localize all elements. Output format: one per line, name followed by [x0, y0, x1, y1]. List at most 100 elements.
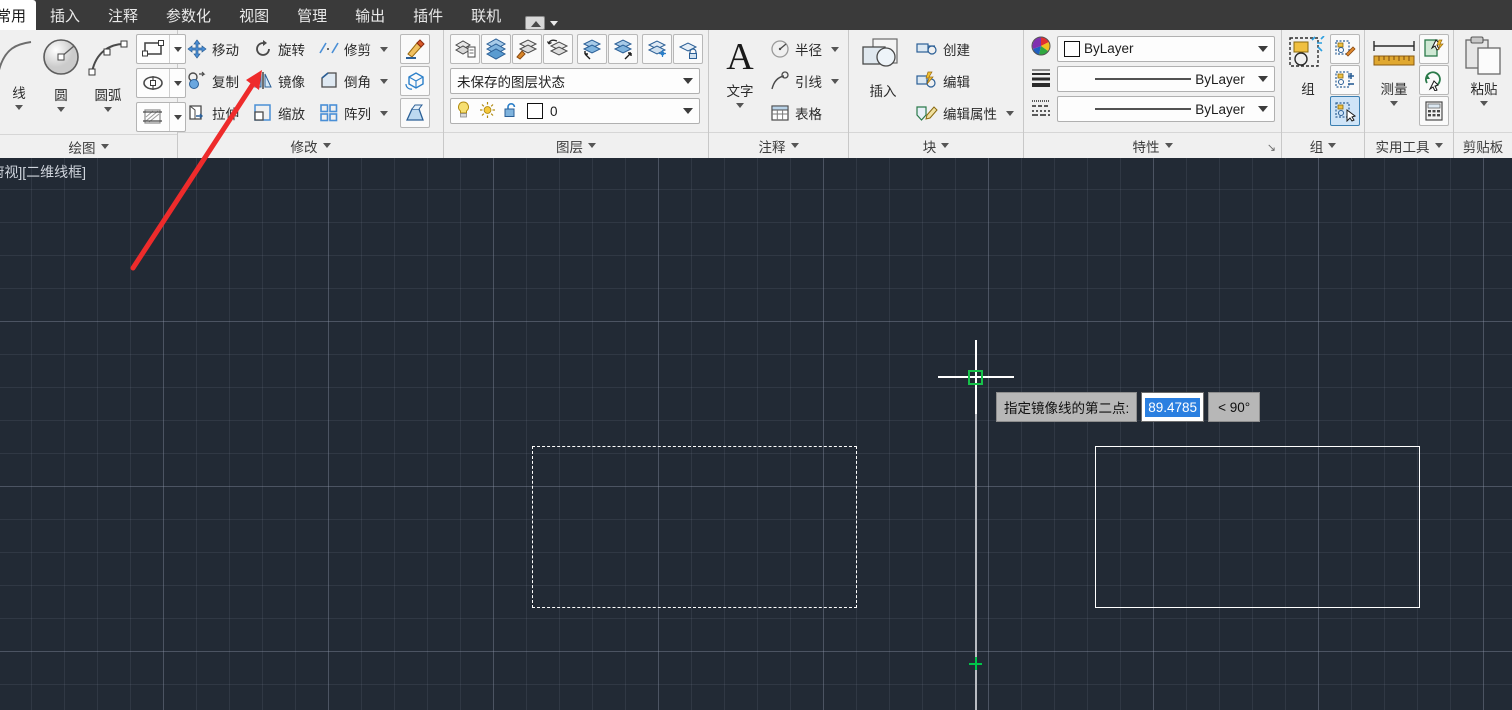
layer-thaw-icon[interactable] — [479, 101, 496, 122]
lineweight-icon[interactable] — [1030, 67, 1052, 92]
modify-trim-button[interactable]: 修剪 — [315, 34, 392, 64]
tab-insert[interactable]: 插入 — [36, 0, 94, 30]
drawing-canvas[interactable]: [-][俯视][二维线框] 指定镜像线的第二点: 89.4785 < 90° — [0, 158, 1512, 710]
stretch-icon — [189, 105, 203, 120]
chamfer-icon — [321, 72, 337, 88]
panel-utilities-title[interactable]: 实用工具 — [1365, 132, 1453, 158]
edit-attribute-icon — [916, 106, 938, 121]
block-edit-button[interactable]: 编辑 — [912, 66, 1018, 96]
source-rectangle-entity[interactable] — [532, 446, 857, 608]
modify-stretch-button[interactable]: 拉伸 — [183, 98, 243, 128]
arc-entity[interactable] — [580, 158, 880, 238]
layer-color-swatch[interactable] — [527, 103, 543, 119]
panel-annotation-title[interactable]: 注释 — [709, 132, 848, 158]
layer-current-combo[interactable]: 0 — [450, 98, 700, 124]
calculator-button[interactable] — [1419, 96, 1449, 126]
draw-arc-button[interactable]: 圆弧 — [84, 34, 132, 112]
ellipse-icon — [137, 73, 169, 93]
viewport-label[interactable]: [-][俯视][二维线框] — [0, 162, 86, 182]
tab-addins[interactable]: 插件 — [399, 0, 457, 30]
block-insert-button[interactable]: 插入 — [854, 34, 912, 100]
mirrored-rectangle-entity[interactable] — [1095, 446, 1420, 608]
color-wheel-icon[interactable] — [1030, 35, 1052, 62]
panel-annotation: A 文字 半径 引线 表格 注释 — [709, 30, 849, 158]
chevron-down-icon[interactable] — [1006, 110, 1014, 116]
panel-modify-title[interactable]: 修改 — [178, 132, 443, 158]
layer-previous-button[interactable] — [543, 34, 573, 64]
modify-scale-label: 缩放 — [278, 107, 305, 122]
ribbon-minimize-control[interactable] — [515, 16, 568, 30]
layer-lock-button[interactable] — [673, 34, 703, 64]
cursor-pickbox — [968, 370, 983, 385]
layer-make-current-button[interactable] — [481, 34, 511, 64]
annotation-leader-button[interactable]: 引线 — [766, 66, 843, 96]
quick-select-button[interactable] — [1419, 34, 1449, 64]
quick-calc-select-button[interactable] — [1419, 65, 1449, 95]
layer-freeze-button[interactable] — [642, 34, 672, 64]
modify-copy-button[interactable]: 复制 — [183, 66, 243, 96]
block-edit-attribute-button[interactable]: 编辑属性 — [912, 98, 1018, 128]
layer-off-icon — [582, 39, 602, 60]
tab-view[interactable]: 视图 — [225, 0, 283, 30]
property-lineweight-combo[interactable]: ByLayer — [1057, 66, 1275, 92]
panel-clipboard-title[interactable]: 剪贴板 — [1454, 132, 1512, 158]
dynamic-input-field[interactable]: 89.4785 — [1141, 392, 1205, 422]
layer-state-combo[interactable]: 未保存的图层状态 — [450, 68, 700, 94]
chevron-down-icon[interactable] — [831, 46, 839, 52]
modify-scale-button[interactable]: 缩放 — [249, 98, 309, 128]
modify-rotate-button[interactable]: 旋转 — [249, 34, 309, 64]
tab-output[interactable]: 输出 — [341, 0, 399, 30]
annotation-rows: 半径 引线 表格 — [766, 34, 843, 128]
chevron-down-icon[interactable] — [380, 46, 388, 52]
property-color-combo[interactable]: ByLayer — [1057, 35, 1275, 62]
layer-on-icon[interactable] — [455, 100, 472, 122]
panel-block-title[interactable]: 块 — [849, 132, 1023, 158]
layer-isolate-button[interactable] — [608, 34, 638, 64]
dynamic-input-tooltip[interactable]: 指定镜像线的第二点: 89.4785 < 90° — [996, 392, 1261, 422]
tab-online[interactable]: 联机 — [457, 0, 515, 30]
panel-properties-title-label: 特性 — [1132, 139, 1160, 155]
panel-layer-title[interactable]: 图层 — [444, 132, 708, 158]
3d-rotate-button[interactable] — [400, 66, 430, 96]
annotation-radius-button[interactable]: 半径 — [766, 34, 843, 64]
panel-group-title[interactable]: 组 — [1282, 132, 1364, 158]
tab-manage[interactable]: 管理 — [283, 0, 341, 30]
panel-block-title-label: 块 — [922, 139, 937, 155]
extrude-button[interactable] — [400, 98, 430, 128]
layer-previous-icon — [547, 39, 569, 56]
block-create-button[interactable]: 创建 — [912, 34, 1018, 64]
chevron-down-icon[interactable] — [380, 78, 388, 84]
layer-properties-button[interactable] — [450, 34, 480, 64]
linetype-icon[interactable] — [1030, 97, 1052, 122]
modify-chamfer-button[interactable]: 倒角 — [315, 66, 392, 96]
ungroup-button[interactable] — [1330, 34, 1360, 64]
modify-move-button[interactable]: 移动 — [183, 34, 243, 64]
draw-circle-button[interactable]: 圆 — [38, 34, 84, 112]
annotation-text-button[interactable]: A 文字 — [714, 34, 766, 108]
paste-button[interactable]: 粘贴 — [1458, 34, 1510, 106]
panel-annotation-title-label: 注释 — [758, 139, 786, 155]
calculator-icon — [1425, 101, 1443, 121]
dynamic-input-value: 89.4785 — [1145, 397, 1201, 417]
tab-annotate[interactable]: 注释 — [94, 0, 152, 30]
layer-unlock-icon[interactable] — [503, 101, 520, 122]
property-linetype-combo[interactable]: ByLayer — [1057, 96, 1275, 122]
panel-properties-title[interactable]: 特性 ↘ — [1024, 132, 1281, 158]
layer-match-button[interactable] — [512, 34, 542, 64]
chevron-down-icon[interactable] — [831, 78, 839, 84]
modify-mirror-button[interactable]: 镜像 — [249, 66, 309, 96]
draw-line-button[interactable]: 线 — [0, 34, 38, 110]
layer-off-button[interactable] — [577, 34, 607, 64]
tab-parametric[interactable]: 参数化 — [152, 0, 225, 30]
chevron-down-icon[interactable] — [380, 110, 388, 116]
tab-home[interactable]: 常用 — [0, 0, 37, 30]
annotation-table-button[interactable]: 表格 — [766, 98, 843, 128]
group-edit-button[interactable] — [1330, 65, 1360, 95]
match-properties-button[interactable] — [400, 34, 430, 64]
modify-array-button[interactable]: 阵列 — [315, 98, 392, 128]
measure-button[interactable]: 测量 — [1369, 34, 1419, 106]
panel-draw-title[interactable]: 绘图 — [0, 134, 177, 158]
group-button[interactable]: 组 — [1286, 34, 1330, 98]
panel-dialog-launcher-icon[interactable]: ↘ — [1267, 141, 1276, 154]
group-selection-toggle-button[interactable] — [1330, 96, 1360, 126]
